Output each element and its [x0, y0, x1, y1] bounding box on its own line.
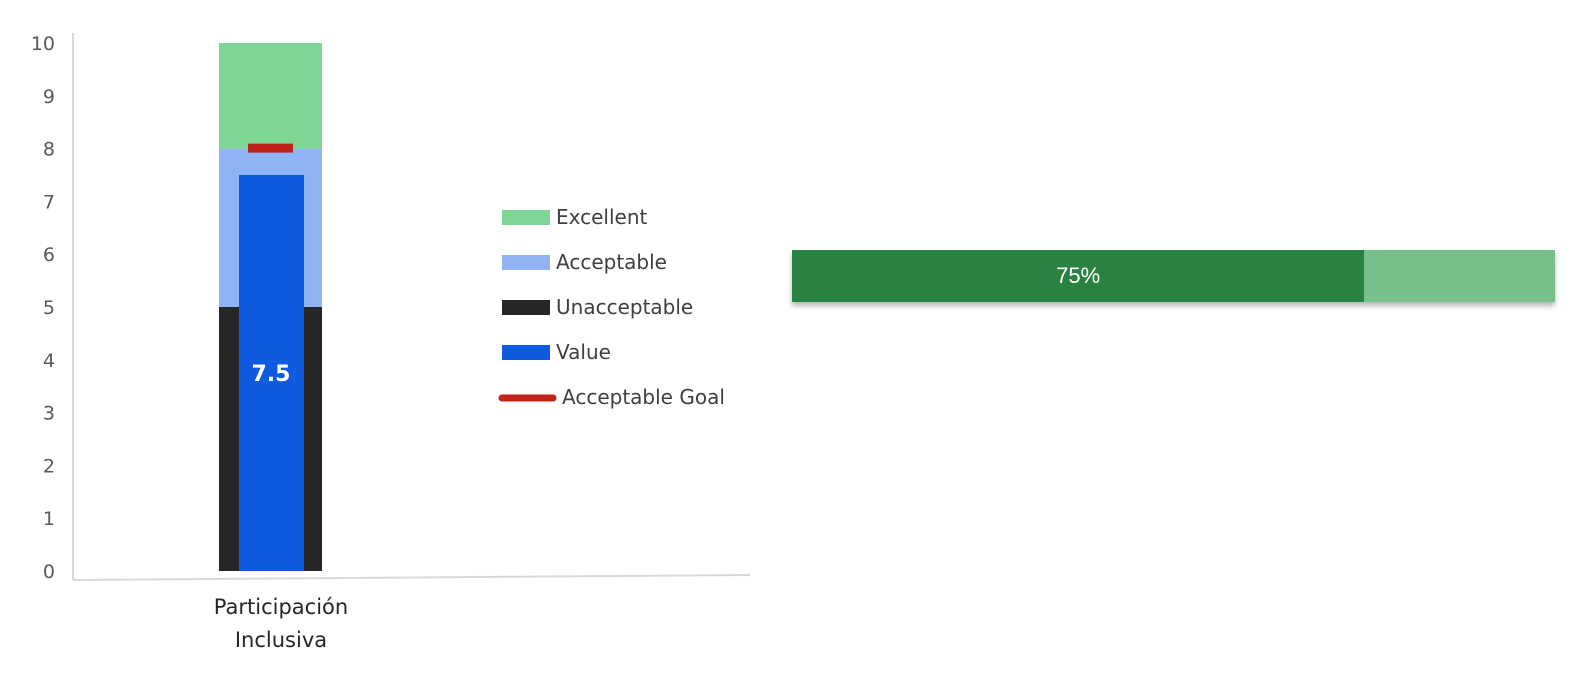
legend-label: Acceptable Goal: [562, 385, 725, 409]
legend-label: Unacceptable: [556, 295, 693, 319]
y-tick-label: 4: [43, 350, 55, 372]
band-excellent: [219, 43, 322, 149]
x-axis-line: [72, 574, 751, 581]
y-tick-label: 9: [43, 86, 55, 108]
legend-swatch-acceptable: [502, 255, 550, 270]
y-tick-label: 2: [43, 455, 55, 477]
progress-bar: 75%: [792, 250, 1555, 302]
legend-label: Value: [556, 340, 611, 364]
y-tick-label: 10: [31, 33, 55, 55]
legend-swatch-excellent: [502, 210, 550, 225]
legend-swatch-value: [502, 345, 550, 360]
legend-label: Acceptable: [556, 250, 667, 274]
bullet-chart: 0 1 2 3 4 5 6 7 8 9 10 7.5 Participación Inclusiva Exc…: [31, 33, 751, 652]
legend-label: Excellent: [556, 205, 648, 229]
y-tick-label: 8: [43, 139, 55, 161]
legend-swatch-unacceptable: [502, 300, 550, 315]
progress-label: 75%: [1056, 263, 1101, 288]
y-tick-label: 1: [43, 508, 55, 530]
category-label: Inclusiva: [235, 628, 327, 652]
y-tick-label: 3: [43, 403, 55, 425]
value-data-label: 7.5: [252, 362, 291, 387]
goal-marker: [248, 143, 293, 153]
category-label: Participación: [214, 595, 348, 619]
y-tick-label: 7: [43, 191, 55, 213]
y-tick-label: 5: [43, 297, 55, 319]
y-tick-label: 0: [43, 561, 55, 583]
y-tick-label: 6: [43, 244, 55, 266]
